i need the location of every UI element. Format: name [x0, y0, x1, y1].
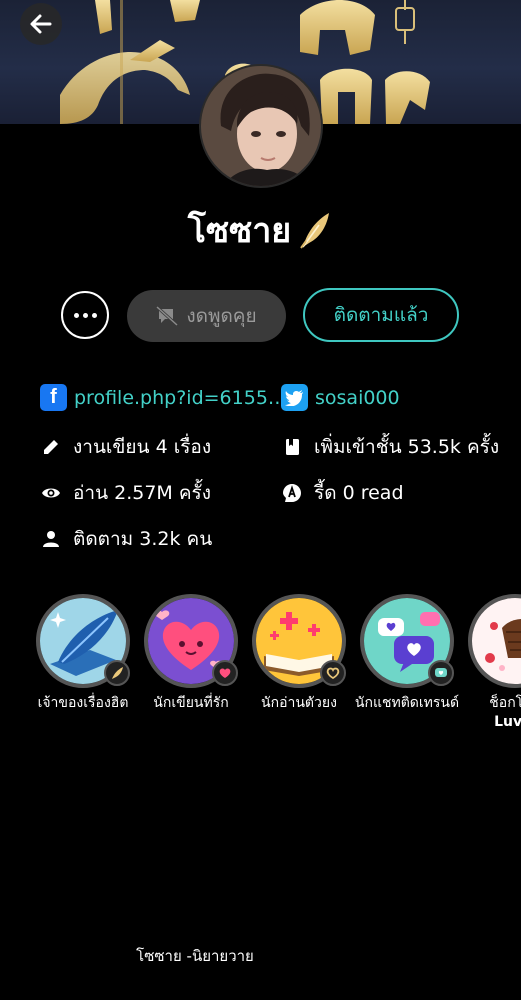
profile-actions: งดพูดคุย ติดตามแล้ว [0, 288, 521, 342]
arrow-left-icon [30, 14, 52, 34]
badge-label: ช็อกโกแ [489, 695, 521, 711]
profile-name-row: โซซาย [0, 204, 521, 256]
badge-list: เจ้าของเรื่องฮิต นักเขียนที่รัก นักอ่านต… [0, 594, 521, 734]
badge-item[interactable]: นักอ่านตัวยง [246, 594, 352, 713]
badge-sublabel: Luv L [494, 714, 521, 730]
quill-icon [300, 213, 330, 249]
profile-name: โซซาย [187, 211, 292, 251]
stat-views-text: อ่าน 2.57M ครั้ง [73, 482, 212, 504]
badge-label: นักอ่านตัวยง [261, 695, 337, 711]
avatar-portrait [201, 66, 321, 186]
badge-label: นักแชทติดเทรนด์ [354, 695, 460, 711]
stat-reads-text: รี้ด 0 read [314, 482, 404, 504]
badge-item[interactable]: เจ้าของเรื่องฮิต [30, 594, 136, 713]
twitter-icon [281, 384, 308, 411]
twitter-link-text: sosai000 [315, 386, 400, 409]
avatar[interactable] [199, 64, 323, 188]
eye-icon [42, 488, 60, 498]
more-options-button[interactable] [61, 291, 109, 339]
chat-off-icon [156, 306, 179, 326]
stat-views: อ่าน 2.57M ครั้ง [41, 478, 211, 508]
read-coin-icon [283, 484, 301, 502]
chocolate-badge-icon [472, 598, 521, 684]
stat-library-text: เพิ่มเข้าชั้น 53.5k ครั้ง [314, 436, 500, 458]
back-button[interactable] [20, 3, 62, 45]
pencil-icon [44, 440, 58, 454]
badge-label: เจ้าของเรื่องฮิต [37, 695, 129, 711]
chat-button-label: งดพูดคุย [186, 305, 257, 327]
badge-item[interactable]: ช็อกโกแ Luv L [462, 594, 521, 732]
bookmark-book-icon [286, 439, 299, 455]
stat-works-text: งานเขียน 4 เรื่อง [73, 436, 212, 458]
stat-followers-text: ติดตาม 3.2k คน [73, 528, 213, 550]
stat-works: งานเขียน 4 เรื่อง [41, 432, 211, 462]
chat-disabled-button[interactable]: งดพูดคุย [127, 290, 286, 342]
facebook-link-text: profile.php?id=6155… [74, 386, 287, 409]
stat-reads: รี้ด 0 read [282, 478, 404, 508]
badge-label: นักเขียนที่รัก [153, 695, 229, 711]
facebook-link[interactable]: f profile.php?id=6155… [40, 384, 287, 411]
footer-text: โซซาย -นิยายวาย [136, 947, 254, 965]
stat-followers: ติดตาม 3.2k คน [41, 524, 212, 554]
social-links: f profile.php?id=6155… sosai000 [40, 384, 510, 414]
twitter-link[interactable]: sosai000 [281, 384, 400, 411]
facebook-icon: f [40, 384, 67, 411]
badge-item[interactable]: นักเขียนที่รัก [138, 594, 244, 713]
badge-item[interactable]: นักแชทติดเทรนด์ [354, 594, 460, 713]
following-button[interactable]: ติดตามแล้ว [303, 288, 459, 342]
stat-library: เพิ่มเข้าชั้น 53.5k ครั้ง [282, 432, 499, 462]
person-icon [43, 531, 59, 547]
